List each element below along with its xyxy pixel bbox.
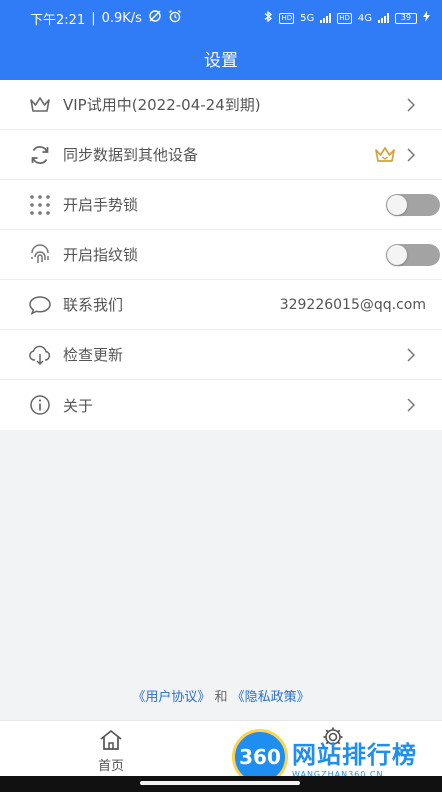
hd-badge-icon: HD: [279, 12, 295, 24]
status-time: 下午2:21: [30, 12, 86, 28]
setting-about-label: 关于: [63, 396, 94, 415]
watermark-text: 网站排行榜 WANGZHAN360.CN: [292, 735, 417, 779]
chevron-right-icon: [406, 147, 416, 162]
charging-icon: [423, 11, 430, 25]
chevron-right-icon: [406, 398, 416, 412]
setting-update[interactable]: 检查更新: [0, 330, 442, 380]
hd-badge-2-icon: HD: [337, 12, 352, 24]
status-left: 下午2:21 | 0.9K/s: [30, 9, 182, 28]
gesture-lock-toggle[interactable]: [386, 193, 440, 216]
status-bar: 下午2:21 | 0.9K/s HD 5G HD 4G 39: [0, 0, 442, 36]
setting-gesture-lock: 开启手势锁: [0, 180, 442, 230]
title-bar: 设置: [0, 36, 442, 80]
setting-gesture-label: 开启手势锁: [63, 196, 139, 214]
alarm-icon: [168, 9, 182, 27]
dots-grid-icon: [28, 193, 52, 217]
battery-icon: 39: [395, 12, 417, 24]
fingerprint-lock-toggle[interactable]: [386, 243, 440, 266]
home-indicator[interactable]: [140, 781, 300, 785]
sync-icon: [28, 143, 52, 167]
status-right: HD 5G HD 4G 39: [264, 10, 430, 26]
status-separator: |: [91, 10, 96, 26]
toggle-knob: [387, 194, 407, 215]
setting-update-label: 检查更新: [63, 346, 124, 364]
settings-list: VIP试用中(2022-04-24到期) 同步数据到其他设备 开启手势锁 开启指…: [0, 80, 442, 430]
watermark-title: 网站排行榜: [292, 741, 417, 769]
cloud-download-icon: [28, 343, 52, 367]
status-speed: 0.9K/s: [101, 10, 142, 26]
chat-bubble-icon: [28, 293, 52, 317]
setting-sync-label: 同步数据到其他设备: [63, 146, 199, 164]
home-icon: [98, 729, 124, 755]
privacy-policy-link[interactable]: 《隐私政策》: [232, 690, 310, 705]
footer-links: 《用户协议》 和 《隐私政策》: [0, 686, 442, 705]
footer-and: 和: [214, 690, 228, 705]
vip-crown-icon: [374, 146, 396, 164]
setting-fingerprint-lock: 开启指纹锁: [0, 230, 442, 280]
nav-home-label: 首页: [97, 759, 124, 774]
page-title: 设置: [204, 50, 238, 71]
contact-email: 329226015@qq.com: [279, 296, 426, 313]
nav-home[interactable]: 首页: [86, 729, 136, 774]
signal-icon: [320, 13, 332, 23]
crown-icon: [28, 93, 52, 117]
user-agreement-link[interactable]: 《用户协议》: [132, 690, 210, 705]
bluetooth-icon: [264, 10, 273, 26]
setting-contact-label: 联系我们: [63, 296, 124, 314]
setting-vip[interactable]: VIP试用中(2022-04-24到期): [0, 80, 442, 130]
signal-2-icon: [378, 13, 389, 23]
info-icon: [28, 393, 52, 417]
network-5g: 5G: [300, 12, 315, 24]
setting-about[interactable]: 关于: [0, 380, 442, 430]
toggle-knob: [387, 244, 407, 265]
chevron-right-icon: [406, 347, 416, 362]
fingerprint-icon: [28, 243, 52, 267]
setting-contact[interactable]: 联系我们 329226015@qq.com: [0, 280, 442, 330]
setting-sync[interactable]: 同步数据到其他设备: [0, 130, 442, 180]
chevron-right-icon: [406, 97, 416, 112]
network-4g: 4G: [357, 12, 372, 24]
setting-fingerprint-label: 开启指纹锁: [63, 246, 139, 264]
dnd-icon: [148, 9, 162, 27]
setting-vip-label: VIP试用中(2022-04-24到期): [63, 96, 261, 114]
